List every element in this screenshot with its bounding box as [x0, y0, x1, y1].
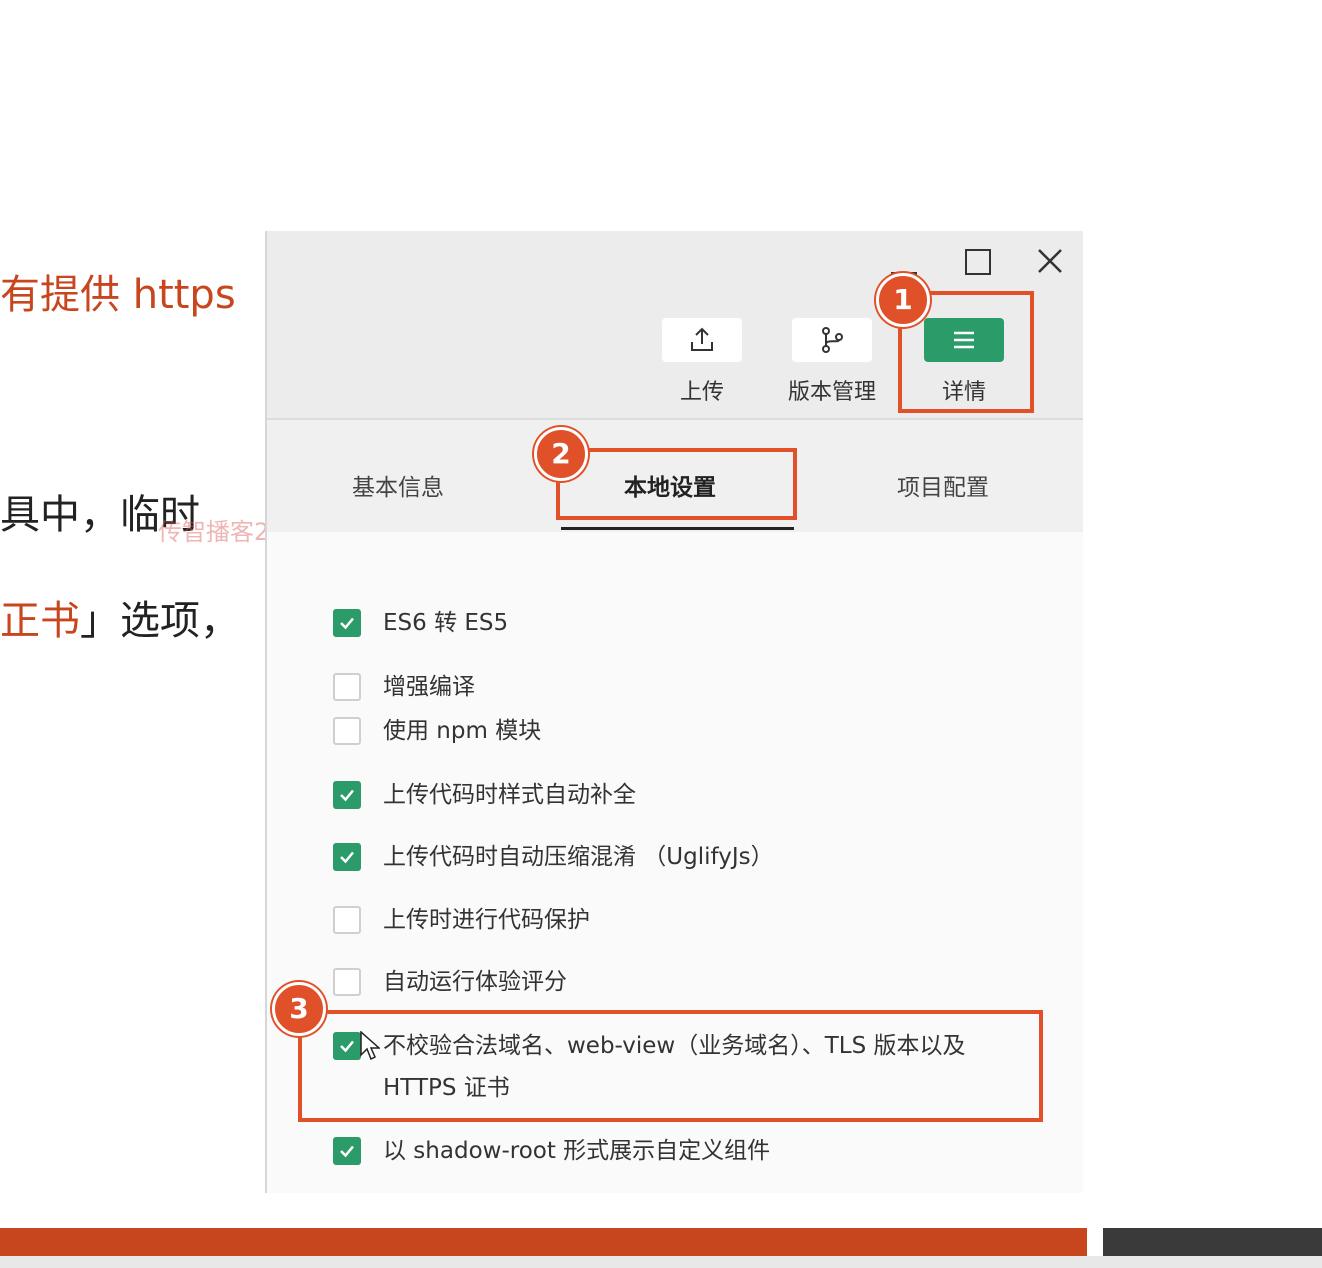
checkbox[interactable] — [333, 717, 361, 745]
details-button[interactable]: 详情 — [909, 318, 1019, 406]
checkbox[interactable] — [333, 781, 361, 809]
details-tabs: 基本信息 本地设置 项目配置 — [267, 420, 1083, 532]
callout-badge-3: 3 — [272, 982, 326, 1036]
callout-badge-1: 1 — [876, 273, 930, 327]
player-control-bar — [1103, 1228, 1322, 1256]
maximize-button[interactable] — [957, 245, 997, 279]
option-code-protection[interactable]: 上传时进行代码保护 — [333, 906, 590, 941]
branch-icon — [822, 327, 843, 353]
option-shadow-root[interactable]: 以 shadow-root 形式展示自定义组件 — [333, 1137, 770, 1172]
option-label: ES6 转 ES5 — [383, 610, 509, 636]
slide-bottom-bar — [0, 1228, 1087, 1256]
checkbox[interactable] — [333, 906, 361, 934]
toolbar: 上传 版本管理 详情 — [267, 231, 1083, 420]
slide-text-rest: 」选项， — [80, 598, 240, 644]
checkbox[interactable] — [333, 673, 361, 701]
menu-icon — [954, 331, 974, 349]
details-label: 详情 — [941, 380, 986, 405]
tab-local-settings[interactable]: 本地设置 — [624, 468, 716, 502]
option-enhanced-compile[interactable]: 增强编译 — [333, 673, 475, 708]
upload-button-box — [662, 318, 742, 362]
check-icon — [340, 851, 354, 864]
option-label: 自动运行体验评分 — [383, 969, 567, 995]
checkbox[interactable] — [333, 609, 361, 637]
upload-icon — [691, 327, 713, 351]
mouse-cursor-icon — [360, 1031, 380, 1061]
option-use-npm-modules[interactable]: 使用 npm 模块 — [333, 717, 541, 752]
option-label: 增强编译 — [383, 674, 475, 700]
tab-basic-info[interactable]: 基本信息 — [352, 468, 444, 502]
slide-text-line-1: 有提供 https — [0, 272, 236, 318]
upload-label: 上传 — [679, 380, 724, 405]
option-label: 上传代码时样式自动补全 — [383, 782, 636, 808]
option-label: 使用 npm 模块 — [383, 718, 542, 744]
checkbox[interactable] — [333, 1137, 361, 1165]
option-es6-to-es5[interactable]: ES6 转 ES5 — [333, 609, 508, 644]
callout-badge-2: 2 — [534, 427, 588, 481]
active-tab-underline — [561, 527, 794, 530]
option-label: 上传时进行代码保护 — [383, 907, 590, 933]
option-style-autoprefix[interactable]: 上传代码时样式自动补全 — [333, 781, 636, 816]
version-button-box — [792, 318, 872, 362]
devtools-details-window: 上传 版本管理 详情 基本信息 本地设置 项目配置 ES6 转 ES5 增强编译… — [265, 231, 1083, 1193]
version-management-button[interactable]: 版本管理 — [777, 318, 887, 406]
checkbox[interactable] — [333, 968, 361, 996]
option-auto-audit[interactable]: 自动运行体验评分 — [333, 968, 567, 1003]
option-label: 上传代码时自动压缩混淆 （UglifyJs） — [383, 844, 774, 870]
check-icon — [340, 1145, 354, 1158]
upload-button[interactable]: 上传 — [647, 318, 757, 406]
option-label: 不校验合法域名、web-view（业务域名）、TLS 版本以及 HTTPS 证书 — [383, 1033, 966, 1101]
close-icon — [1038, 249, 1062, 273]
slide-text-highlight: 正书 — [0, 598, 80, 644]
option-label: 以 shadow-root 形式展示自定义组件 — [383, 1138, 771, 1164]
details-button-box — [924, 318, 1004, 362]
option-skip-domain-check[interactable]: 不校验合法域名、web-view（业务域名）、TLS 版本以及 HTTPS 证书 — [333, 1032, 993, 1109]
checkbox[interactable] — [333, 843, 361, 871]
option-minify-uglify[interactable]: 上传代码时自动压缩混淆 （UglifyJs） — [333, 843, 774, 878]
close-button[interactable] — [1030, 245, 1070, 279]
check-icon — [340, 789, 354, 802]
check-icon — [340, 1040, 354, 1053]
version-label: 版本管理 — [787, 380, 876, 405]
slide-text-line-3: 正书」选项， — [0, 588, 240, 646]
tab-project-config[interactable]: 项目配置 — [897, 468, 989, 502]
maximize-icon — [965, 249, 991, 275]
bottom-strip — [0, 1256, 1322, 1268]
check-icon — [340, 617, 354, 630]
checkbox[interactable] — [333, 1032, 361, 1060]
